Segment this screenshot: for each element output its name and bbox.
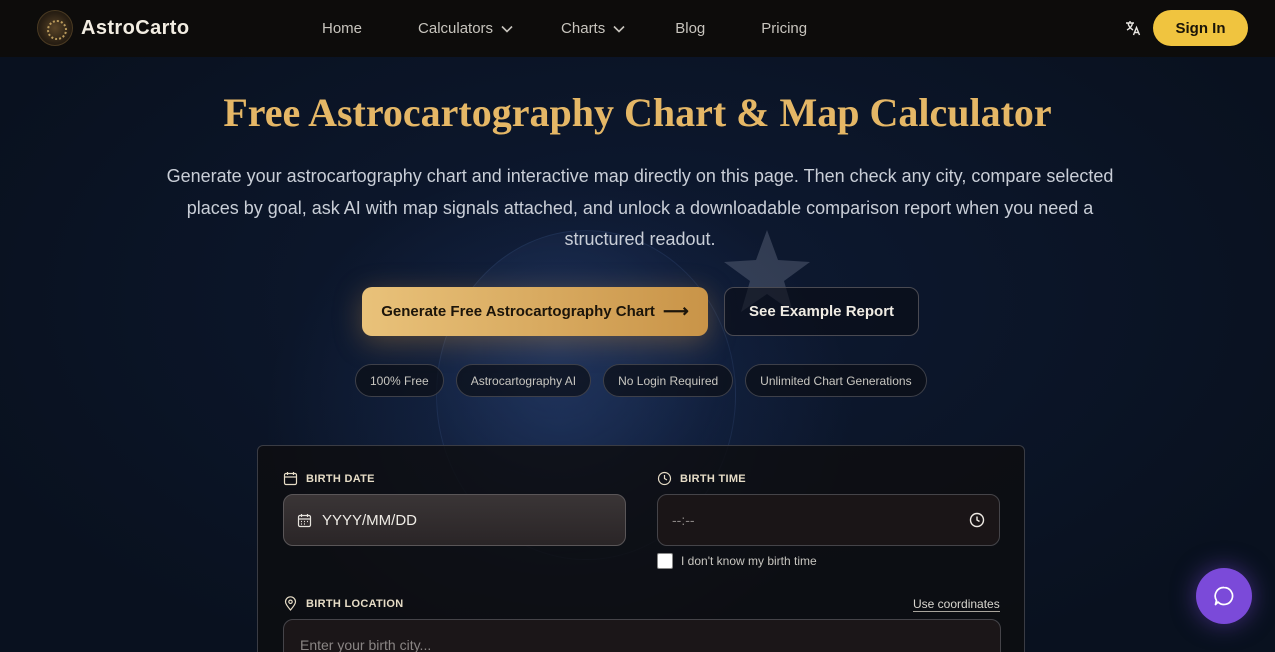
chat-button[interactable] bbox=[1196, 568, 1252, 624]
chevron-down-icon bbox=[613, 25, 625, 33]
generate-chart-button[interactable]: Generate Free Astrocartography Chart ⟶ bbox=[362, 287, 708, 336]
nav-link-charts[interactable]: Charts bbox=[561, 20, 625, 37]
clock-icon bbox=[657, 471, 672, 486]
calendar-icon bbox=[283, 472, 298, 486]
clock-icon[interactable] bbox=[969, 512, 985, 528]
translate-icon[interactable] bbox=[1124, 19, 1142, 37]
unknown-time-checkbox[interactable] bbox=[657, 553, 673, 569]
nav-link-calculators[interactable]: Calculators bbox=[418, 20, 513, 37]
unknown-time-option[interactable]: I don't know my birth time bbox=[657, 553, 817, 569]
nav-link-home[interactable]: Home bbox=[322, 20, 362, 37]
nav-link-charts-label: Charts bbox=[561, 20, 606, 37]
feature-chip: 100% Free bbox=[355, 364, 444, 397]
birth-time-label-text: BIRTH TIME bbox=[680, 472, 746, 485]
brand-logo[interactable]: AstroCarto bbox=[37, 10, 189, 46]
calendar-icon bbox=[297, 513, 312, 527]
birth-location-input[interactable]: Enter your birth city... bbox=[283, 619, 1001, 652]
birth-location-label: BIRTH LOCATION bbox=[283, 596, 404, 611]
birth-time-label: BIRTH TIME bbox=[657, 471, 746, 486]
chevron-down-icon bbox=[501, 25, 513, 33]
feature-chip: Astrocartography AI bbox=[455, 364, 592, 397]
birth-time-input[interactable]: --:-- bbox=[657, 494, 1000, 546]
hero-subtitle: Generate your astrocartography chart and… bbox=[166, 166, 1114, 249]
unknown-time-label: I don't know my birth time bbox=[681, 554, 817, 568]
nav-link-calculators-label: Calculators bbox=[418, 20, 494, 37]
example-report-button[interactable]: See Example Report bbox=[724, 287, 919, 336]
birth-location-placeholder: Enter your birth city... bbox=[300, 637, 432, 652]
sign-in-button[interactable]: Sign In bbox=[1153, 10, 1248, 46]
use-coordinates-link[interactable]: Use coordinates bbox=[913, 597, 1000, 612]
nav-links: Home Calculators Charts Blog Pricing bbox=[322, 0, 807, 57]
birth-date-label: BIRTH DATE bbox=[283, 471, 375, 486]
chat-bubble-icon bbox=[1214, 586, 1234, 606]
birth-time-value: --:-- bbox=[672, 512, 695, 528]
feature-chip: No Login Required bbox=[603, 364, 734, 397]
birth-date-input[interactable]: YYYY/MM/DD bbox=[283, 494, 626, 546]
nav-link-pricing[interactable]: Pricing bbox=[761, 20, 807, 37]
nav-link-blog[interactable]: Blog bbox=[675, 20, 705, 37]
feature-chip: Unlimited Chart Generations bbox=[745, 364, 927, 397]
logo-mark-icon bbox=[37, 10, 73, 46]
location-pin-icon bbox=[284, 596, 297, 611]
birth-date-value: YYYY/MM/DD bbox=[322, 511, 418, 529]
arrow-right-icon: ⟶ bbox=[662, 301, 689, 321]
generate-chart-label: Generate Free Astrocartography Chart bbox=[381, 303, 655, 320]
page-title: Free Astrocartography Chart & Map Calcul… bbox=[223, 90, 1052, 135]
brand-name: AstroCarto bbox=[81, 16, 190, 39]
cta-row: Generate Free Astrocartography Chart ⟶ S… bbox=[362, 287, 919, 336]
top-navbar: AstroCarto Home Calculators Charts Blog … bbox=[0, 0, 1275, 57]
birth-details-form: BIRTH DATE YYYY/MM/DD BIRTH TIME --:-- I… bbox=[257, 445, 1025, 652]
feature-chips: 100% Free Astrocartography AI No Login R… bbox=[355, 364, 939, 397]
birth-date-label-text: BIRTH DATE bbox=[306, 472, 375, 485]
birth-location-label-text: BIRTH LOCATION bbox=[306, 597, 404, 610]
